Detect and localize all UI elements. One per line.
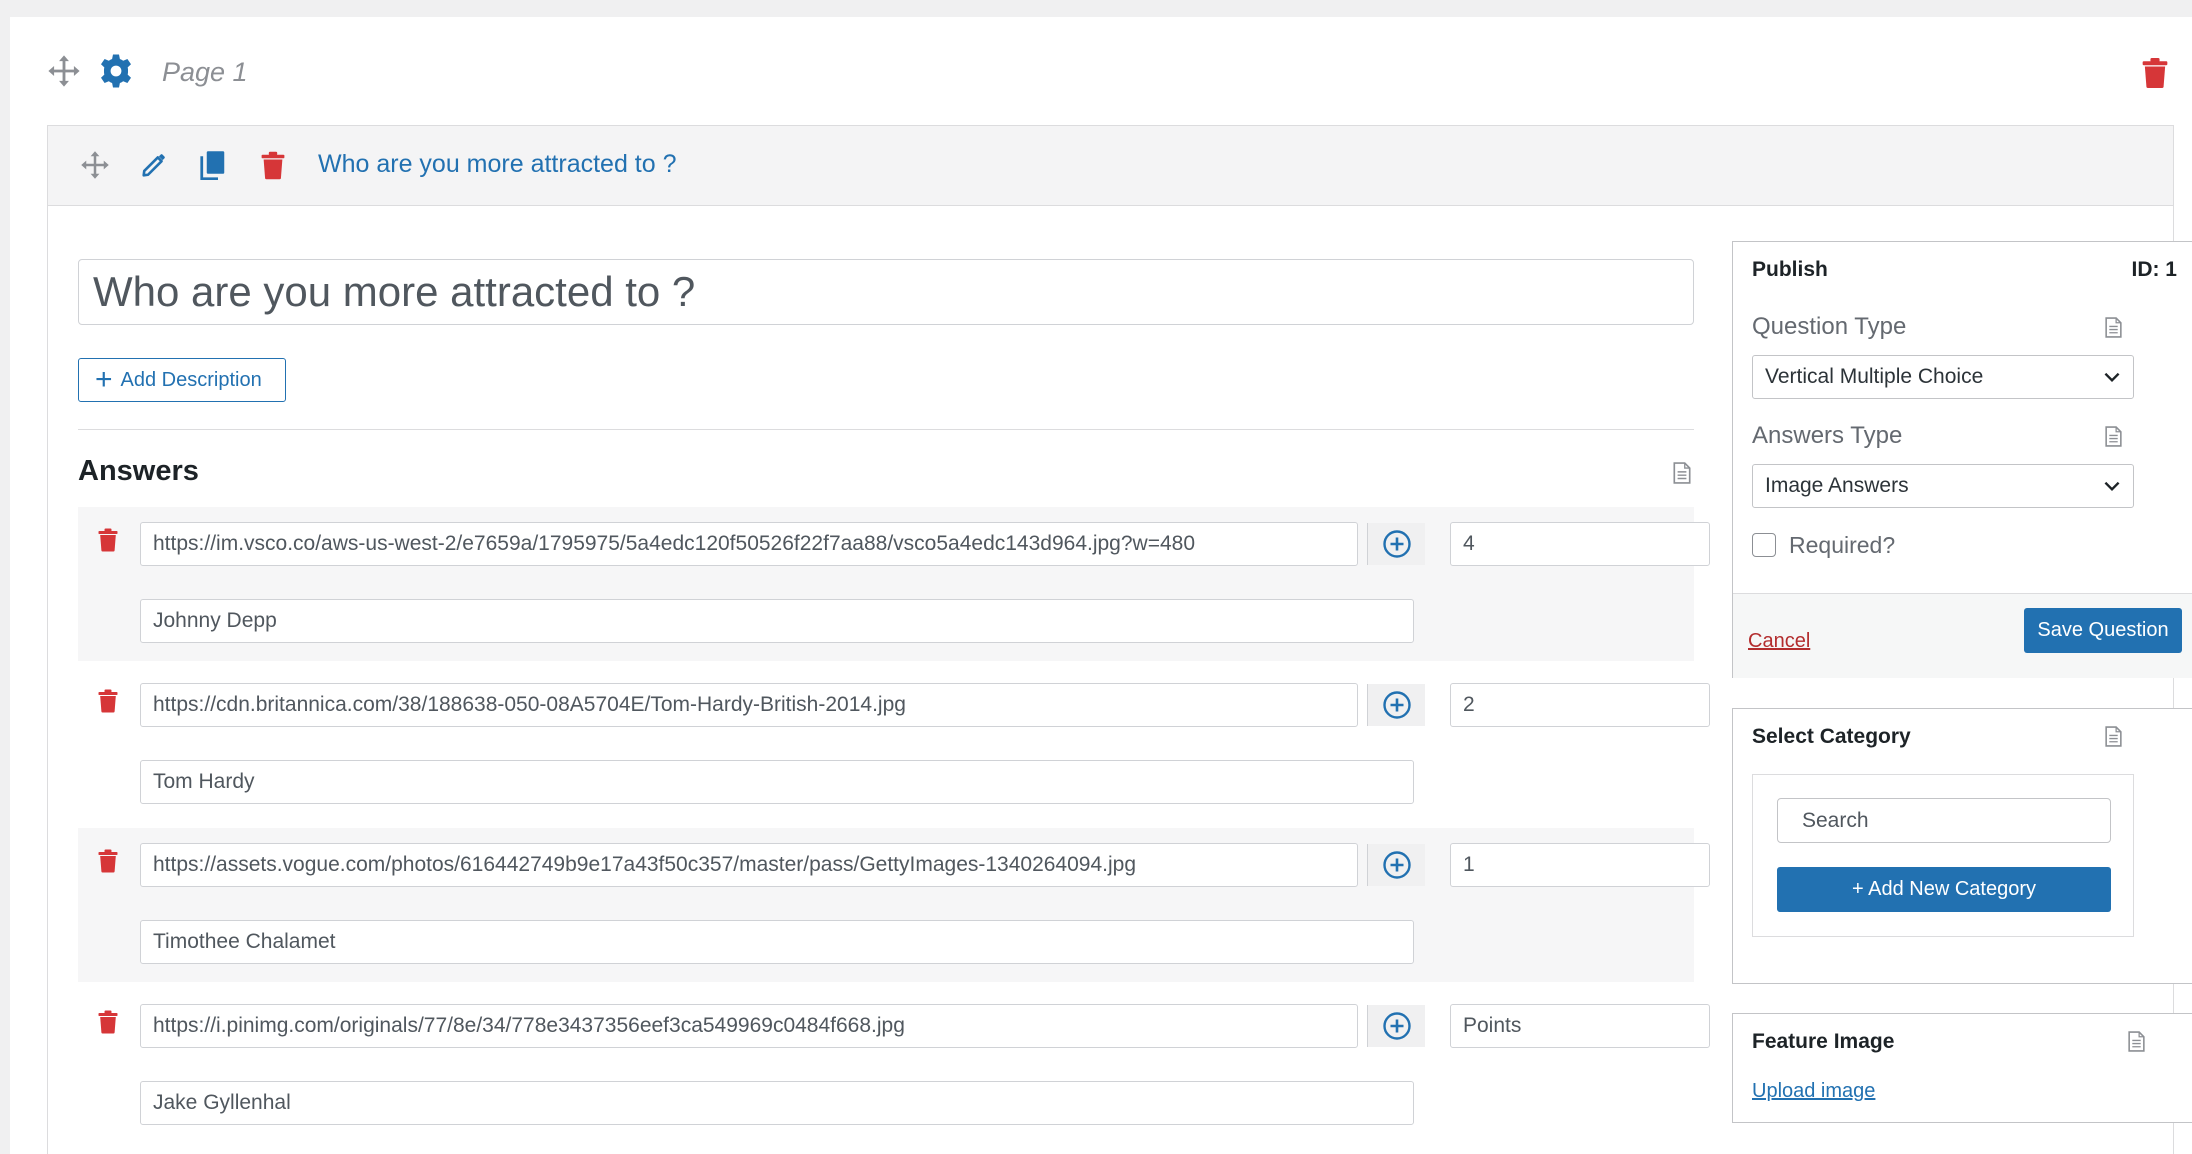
- question-toolbar: Who are you more attracted to ?: [48, 126, 2173, 206]
- trash-icon[interactable]: [261, 151, 285, 180]
- question-header-title[interactable]: Who are you more attracted to ?: [318, 150, 677, 179]
- page-title: Page 1: [162, 57, 248, 87]
- answer-name-input[interactable]: Jake Gyllenhal: [140, 1081, 1414, 1125]
- add-new-category-button[interactable]: + Add New Category: [1777, 867, 2111, 912]
- plus-circle-icon: [1382, 690, 1412, 720]
- answer-name-input[interactable]: Timothee Chalamet: [140, 920, 1414, 964]
- pencil-icon[interactable]: [141, 151, 167, 179]
- page-header: Page 1: [10, 17, 2192, 127]
- category-help-document-icon[interactable]: [2105, 726, 2122, 747]
- chevron-down-icon: [2104, 372, 2120, 383]
- publish-actions: Cancel Save Question: [1733, 593, 2192, 678]
- answers-type-help-document-icon[interactable]: [2105, 426, 2122, 447]
- answer-image-url-input[interactable]: https://i.pinimg.com/originals/77/8e/34/…: [140, 1004, 1358, 1048]
- trash-icon[interactable]: [98, 849, 118, 873]
- select-category-heading: Select Category: [1752, 725, 1911, 748]
- trash-icon[interactable]: [98, 528, 118, 552]
- publish-box: Publish ID: 1 Question Type Vertical Mul…: [1732, 241, 2192, 678]
- answer-row: https://assets.vogue.com/photos/61644274…: [78, 828, 1710, 982]
- answer-image-url-input[interactable]: https://assets.vogue.com/photos/61644274…: [140, 843, 1358, 887]
- move-icon[interactable]: [47, 54, 81, 88]
- copy-icon[interactable]: [200, 150, 226, 180]
- upload-image-link[interactable]: Upload image: [1752, 1080, 1875, 1103]
- answer-points-input[interactable]: Points: [1450, 1004, 1710, 1048]
- question-id: ID: 1: [2131, 258, 2177, 281]
- feature-image-heading: Feature Image: [1752, 1030, 1895, 1053]
- answer-row: https://cdn.britannica.com/38/188638-050…: [78, 668, 1710, 822]
- question-type-help-document-icon[interactable]: [2105, 317, 2122, 338]
- answer-row: https://im.vsco.co/aws-us-west-2/e7659a/…: [78, 507, 1710, 661]
- answer-points-input[interactable]: 4: [1450, 522, 1710, 566]
- trash-icon[interactable]: [98, 689, 118, 713]
- answer-name-input[interactable]: Tom Hardy: [140, 760, 1414, 804]
- move-icon[interactable]: [80, 150, 110, 180]
- divider: [78, 429, 1694, 430]
- feature-image-box: Feature Image Upload image: [1732, 1013, 2192, 1123]
- trash-icon[interactable]: [98, 1010, 118, 1034]
- plus-circle-icon: [1382, 850, 1412, 880]
- question-type-select[interactable]: Vertical Multiple Choice: [1752, 355, 2134, 399]
- delete-page-trash-icon[interactable]: [2142, 57, 2168, 89]
- category-search-input[interactable]: Search: [1777, 798, 2111, 843]
- required-checkbox[interactable]: [1752, 533, 1776, 557]
- required-label[interactable]: Required?: [1789, 532, 1895, 559]
- add-image-button[interactable]: [1367, 523, 1425, 565]
- answer-points-input[interactable]: 1: [1450, 843, 1710, 887]
- add-description-button[interactable]: + Add Description: [78, 358, 286, 402]
- answers-heading: Answers: [78, 455, 199, 487]
- publish-heading: Publish: [1752, 258, 1828, 281]
- question-title-input[interactable]: Who are you more attracted to ?: [78, 259, 1694, 325]
- cancel-link[interactable]: Cancel: [1748, 630, 1810, 653]
- category-panel: Search + Add New Category: [1752, 774, 2134, 937]
- answers-type-value: Image Answers: [1765, 474, 1909, 497]
- answers-help-document-icon[interactable]: [1673, 462, 1691, 484]
- add-image-button[interactable]: [1367, 1005, 1425, 1047]
- answer-row: https://i.pinimg.com/originals/77/8e/34/…: [78, 989, 1710, 1143]
- plus-circle-icon: [1382, 529, 1412, 559]
- plus-circle-icon: [1382, 1011, 1412, 1041]
- add-description-label: Add Description: [120, 368, 262, 391]
- question-type-value: Vertical Multiple Choice: [1765, 365, 1984, 388]
- page-card: Page 1 Who are you more attracted to ? W…: [10, 17, 2192, 1154]
- answers-type-label: Answers Type: [1752, 422, 1903, 449]
- feature-image-help-document-icon[interactable]: [2128, 1031, 2145, 1052]
- save-question-button[interactable]: Save Question: [2024, 608, 2182, 653]
- answer-image-url-input[interactable]: https://cdn.britannica.com/38/188638-050…: [140, 683, 1358, 727]
- answers-type-select[interactable]: Image Answers: [1752, 464, 2134, 508]
- select-category-box: Select Category Search + Add New Categor…: [1732, 708, 2192, 984]
- add-image-button[interactable]: [1367, 844, 1425, 886]
- chevron-down-icon: [2104, 481, 2120, 492]
- answer-points-input[interactable]: 2: [1450, 683, 1710, 727]
- add-image-button[interactable]: [1367, 684, 1425, 726]
- answer-image-url-input[interactable]: https://im.vsco.co/aws-us-west-2/e7659a/…: [140, 522, 1358, 566]
- question-type-label: Question Type: [1752, 313, 1907, 340]
- answer-name-input[interactable]: Johnny Depp: [140, 599, 1414, 643]
- gear-icon[interactable]: [98, 53, 134, 89]
- plus-icon: +: [95, 363, 113, 396]
